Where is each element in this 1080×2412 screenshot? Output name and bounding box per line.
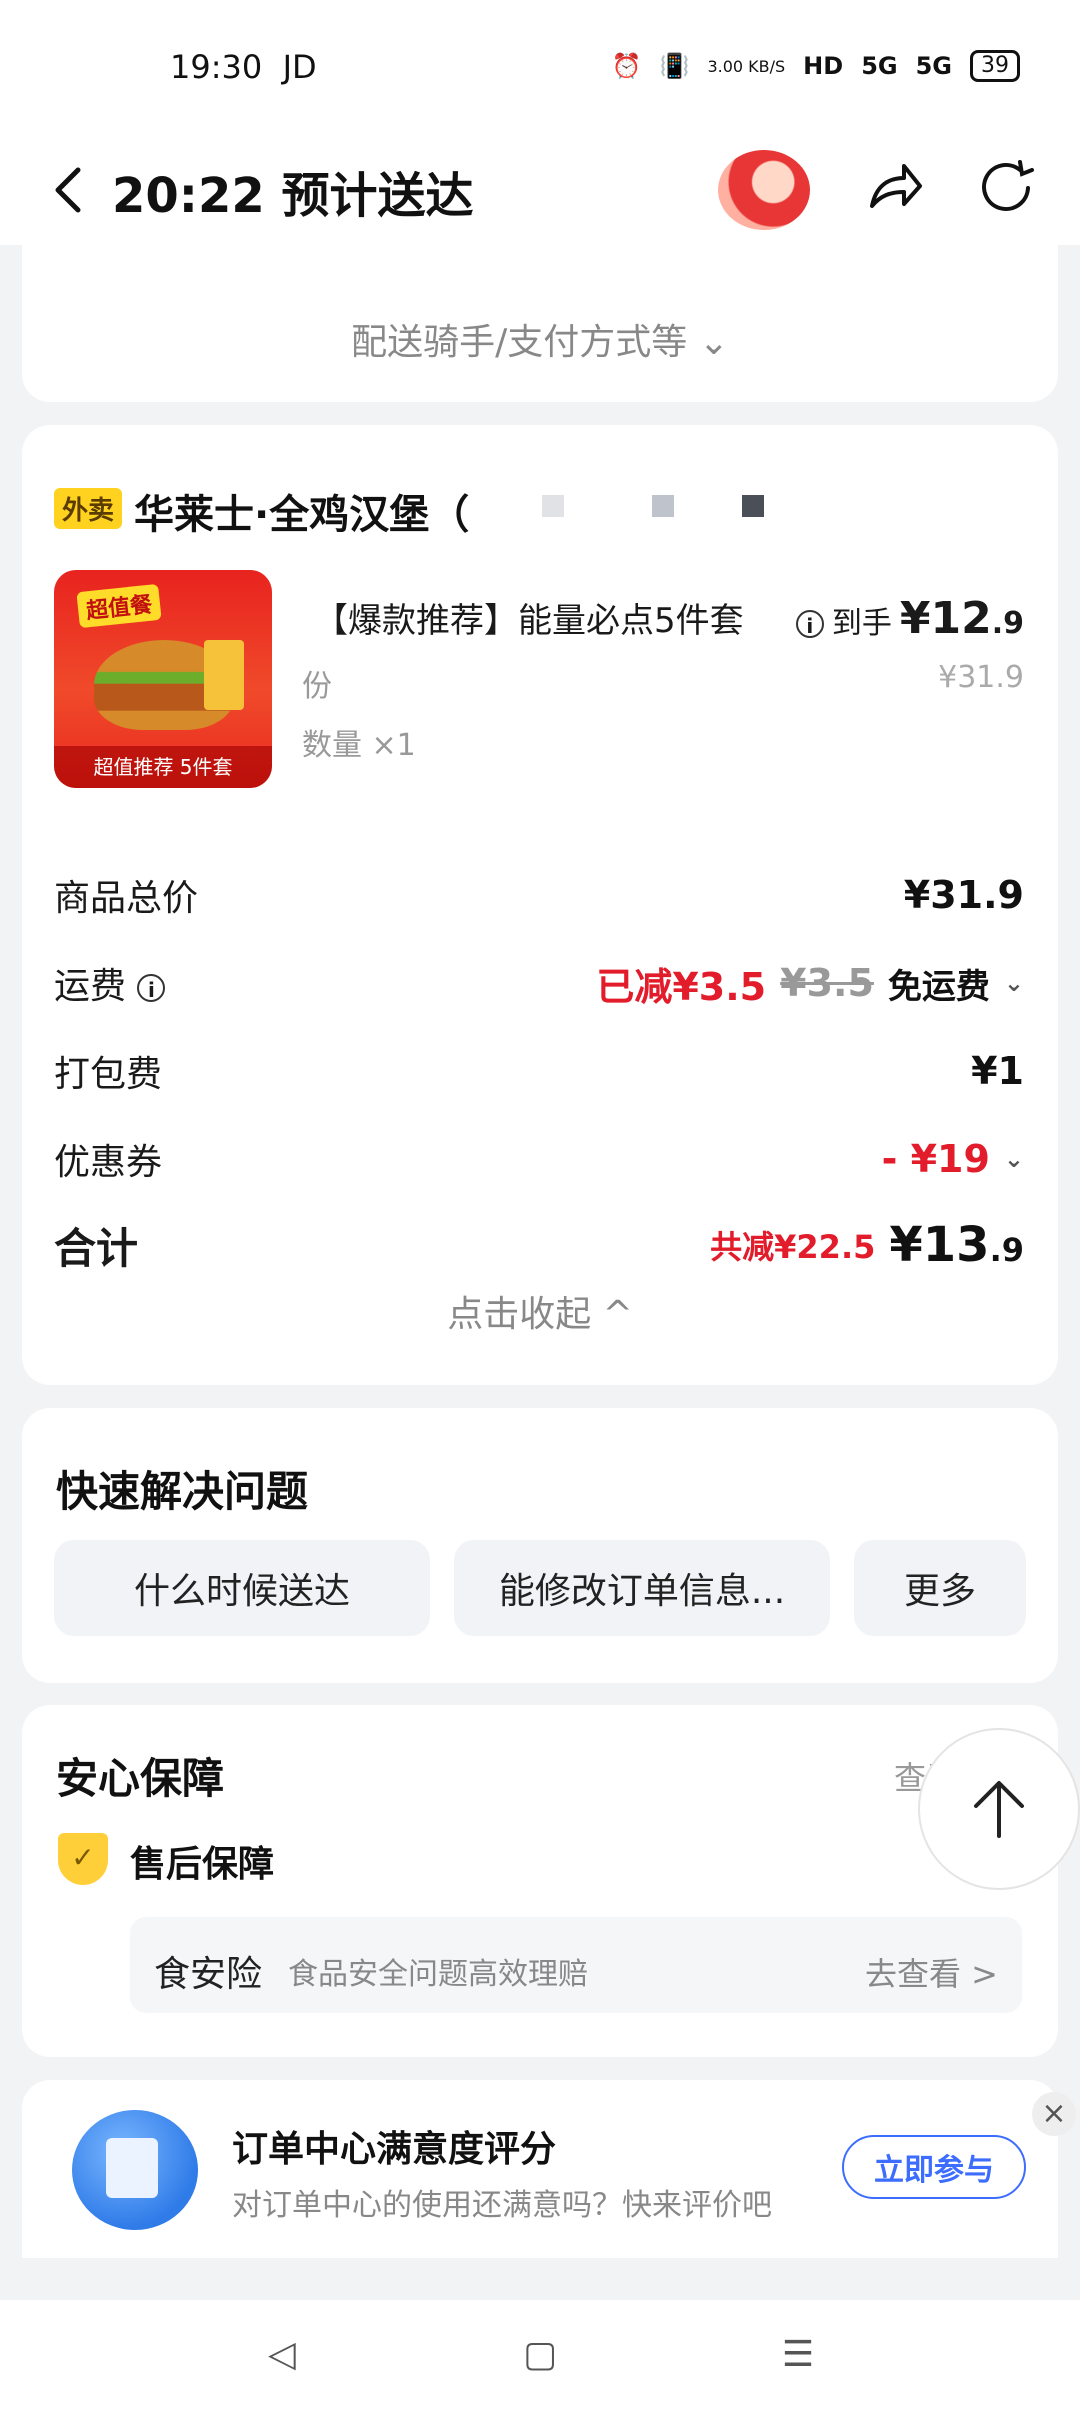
product-unit: 份 — [302, 669, 332, 704]
price-int: ¥12.9 — [900, 593, 1024, 644]
close-icon[interactable]: × — [1032, 2092, 1076, 2136]
info-icon[interactable]: i — [795, 610, 824, 638]
chevron-down-icon: ⌄ — [1003, 1145, 1024, 1173]
alarm-icon: ⏰ — [611, 52, 642, 80]
total-main: ¥13 — [889, 1217, 990, 1273]
header: 20:22 预计送达 — [0, 130, 1080, 245]
quick-help-title: 快速解决问题 — [56, 1467, 309, 1516]
subtotal-label: 商品总价 — [54, 878, 199, 919]
join-rating-button[interactable]: 立即参与 — [842, 2135, 1026, 2199]
order-card: 外卖 华莱士·全鸡汉堡（ 超值餐 超值推荐 5件套 【爆款推荐】能量必点5件套 … — [22, 425, 1058, 1385]
food-insurance-link[interactable]: 去查看 > — [865, 1949, 998, 1995]
packing-label: 打包费 — [54, 1054, 163, 1095]
collapse-toggle[interactable]: 点击收起 ^ — [22, 1285, 1058, 1337]
carrier-text: JD — [282, 48, 317, 86]
coupon-value: - ¥19 — [881, 1137, 990, 1181]
modify-order-button[interactable]: 能修改订单信息... — [454, 1540, 830, 1636]
shipping-label: 运费 — [54, 966, 127, 1007]
rating-banner: 订单中心满意度评分 对订单中心的使用还满意吗？快来评价吧 立即参与 × — [22, 2080, 1076, 2258]
redacted-block-3 — [742, 495, 764, 517]
scroll-to-top-button[interactable] — [918, 1728, 1080, 1890]
food-insurance-title: 食安险 — [154, 1954, 263, 1995]
guarantee-title: 安心保障 — [56, 1754, 225, 1803]
coupon-label: 优惠券 — [54, 1142, 163, 1183]
chevron-down-icon: ⌄ — [1003, 969, 1024, 997]
delivery-info-card: 配送骑手/支付方式等 ⌄ — [22, 245, 1058, 402]
total-value-wrap: 共减¥22.5 ¥13.9 — [710, 1217, 1024, 1273]
subtotal-value: ¥31.9 — [903, 873, 1024, 917]
coupon-row[interactable]: 优惠券 - ¥19 ⌄ — [54, 1129, 1024, 1189]
status-icons: ⏰ 📳 3.00 KB/S HD 5G 5G 39 — [612, 50, 1020, 82]
when-delivered-button[interactable]: 什么时候送达 — [54, 1540, 430, 1636]
nav-back-icon[interactable]: ◁ — [242, 2322, 322, 2388]
packing-value: ¥1 — [971, 1049, 1024, 1093]
total-saved: 共减¥22.5 — [710, 1228, 876, 1266]
clock-text: 19:30 — [170, 48, 263, 86]
hd-icon: HD — [803, 52, 844, 80]
shipping-orig: ¥3.5 — [780, 961, 874, 1005]
product-caption: 超值推荐 5件套 — [54, 746, 272, 788]
product-badge: 超值餐 — [76, 583, 162, 629]
food-insurance-row[interactable]: 食安险 食品安全问题高效理赔 去查看 > — [130, 1917, 1022, 2013]
total-row: 合计 共减¥22.5 ¥13.9 — [54, 1215, 1024, 1275]
shipping-saved: 已减¥3.5 — [596, 964, 767, 1009]
shipping-row[interactable]: 运费 i 已减¥3.5 ¥3.5 免运费 ⌄ — [54, 953, 1024, 1013]
quick-help-card: 快速解决问题 什么时候送达 能修改订单信息... 更多 — [22, 1408, 1058, 1683]
share-icon — [870, 164, 922, 208]
nav-menu-icon[interactable]: ☰ — [758, 2322, 838, 2388]
price-main: ¥12 — [899, 593, 992, 644]
shipping-value-wrap: 已减¥3.5 ¥3.5 免运费 ⌄ — [596, 956, 1024, 1011]
final-price: i 到手 ¥12.9 — [795, 593, 1024, 644]
document-icon — [72, 2110, 198, 2230]
redacted-block-2 — [652, 495, 674, 517]
product-name[interactable]: 【爆款推荐】能量必点5件套 — [314, 593, 744, 642]
price-label-text: 到手 — [831, 606, 892, 641]
shipping-label-wrap: 运费 i — [54, 957, 166, 1009]
shipping-info-icon[interactable]: i — [137, 974, 166, 1002]
net-speed: 3.00 KB/S — [707, 56, 786, 76]
coupon-value-wrap: - ¥19 ⌄ — [882, 1137, 1024, 1181]
shipping-value: 免运费 — [887, 966, 990, 1007]
vibrate-icon: 📳 — [659, 52, 690, 80]
subtotal-row: 商品总价 ¥31.9 — [54, 865, 1024, 925]
total-decimal: .9 — [989, 1231, 1024, 1269]
original-price: ¥31.9 — [938, 660, 1024, 695]
shield-check-icon: ✓ — [58, 1833, 108, 1885]
store-name[interactable]: 华莱士·全鸡汉堡（ — [134, 482, 469, 540]
total-label: 合计 — [54, 1223, 139, 1273]
back-arrow-icon — [55, 167, 81, 213]
product-image[interactable]: 超值餐 超值推荐 5件套 — [54, 570, 272, 788]
battery-icon: 39 — [970, 50, 1020, 82]
status-bar: 19:30 JD ⏰ 📳 3.00 KB/S HD 5G 5G 39 — [0, 0, 1080, 130]
more-button[interactable]: 更多 — [854, 1540, 1026, 1636]
system-nav-bar: ◁ ▢ ☰ — [0, 2300, 1080, 2412]
chat-service-icon — [982, 160, 1034, 211]
packing-row: 打包费 ¥1 — [54, 1041, 1024, 1101]
delivery-details-toggle[interactable]: 配送骑手/支付方式等 ⌄ — [22, 313, 1058, 365]
service-button[interactable] — [976, 156, 1040, 220]
fries-graphic — [204, 640, 244, 710]
back-button[interactable] — [40, 160, 100, 220]
after-sale-label[interactable]: 售后保障 — [130, 1835, 274, 1887]
guarantee-card: 安心保障 查看全部 ✓ 售后保障 › 食安险 食品安全问题高效理赔 去查看 > — [22, 1705, 1058, 2057]
share-button[interactable] — [862, 156, 926, 220]
signal-icon-2: 5G — [915, 52, 952, 80]
signal-icon: 5G — [861, 52, 898, 80]
food-insurance-desc: 食品安全问题高效理赔 — [288, 1957, 588, 1992]
redacted-block — [542, 495, 564, 517]
page-title: 20:22 预计送达 — [112, 168, 474, 224]
rating-title: 订单中心满意度评分 — [232, 2129, 557, 2170]
nav-home-icon[interactable]: ▢ — [500, 2322, 580, 2388]
arrow-up-icon — [974, 1781, 1024, 1838]
takeaway-tag: 外卖 — [54, 488, 123, 529]
total-amount: ¥13.9 — [889, 1217, 1024, 1273]
mascot-avatar[interactable] — [718, 150, 810, 230]
product-quantity: 数量 ×1 — [302, 728, 416, 763]
price-decimal: .9 — [991, 606, 1024, 641]
status-time: 19:30 JD — [170, 48, 317, 86]
rating-subtitle: 对订单中心的使用还满意吗？快来评价吧 — [232, 2188, 772, 2223]
